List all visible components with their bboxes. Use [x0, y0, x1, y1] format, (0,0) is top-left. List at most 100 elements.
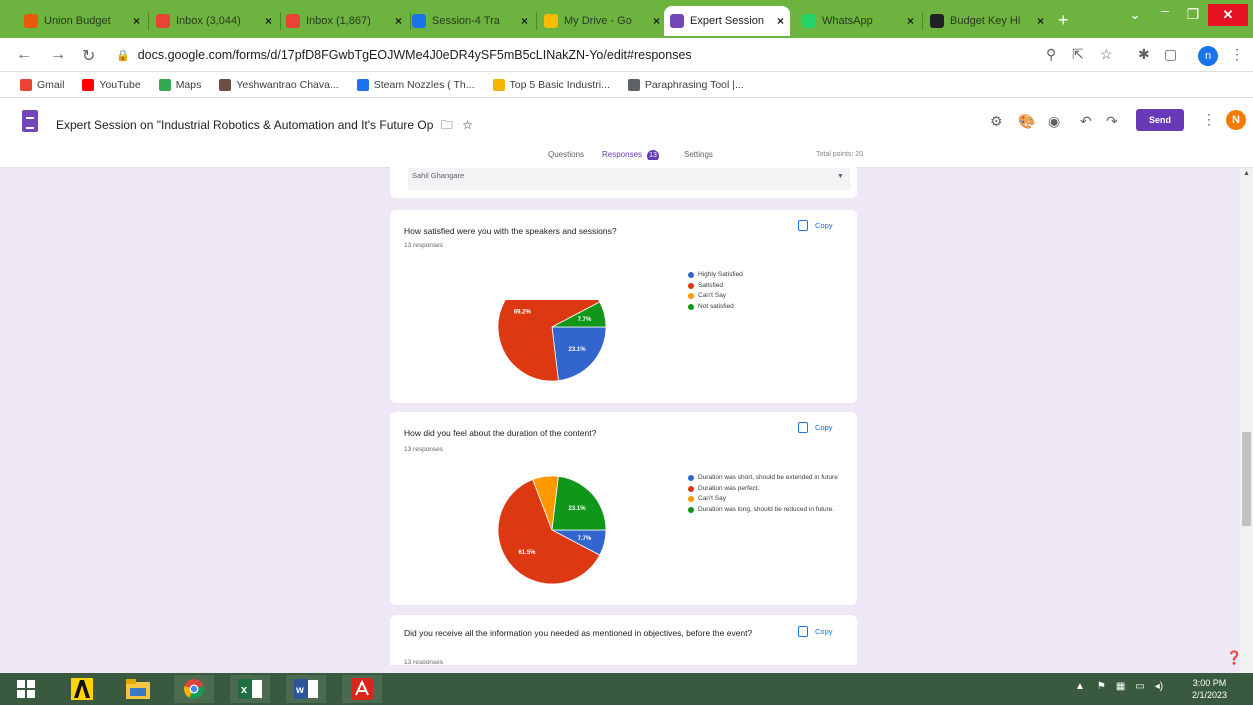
browser-menu-icon[interactable]: ⋮ — [1230, 46, 1244, 63]
address-bar: ← → ↻ 🔒 docs.google.com/forms/d/17pfD8FG… — [0, 38, 1253, 72]
clock[interactable]: 3:00 PM 2/1/2023 — [1192, 677, 1227, 701]
slice-label: 7.7% — [578, 536, 592, 542]
undo-icon[interactable]: ↶ — [1080, 113, 1092, 130]
copy-chart-button[interactable]: Copy — [798, 220, 833, 231]
file-explorer-icon[interactable] — [118, 675, 158, 703]
browser-tab[interactable]: Expert Session × — [664, 6, 790, 36]
browser-tab[interactable]: Inbox (1,867) × — [280, 6, 408, 36]
extensions-icon[interactable]: ✱ — [1138, 46, 1150, 63]
acrobat-icon[interactable] — [342, 675, 382, 703]
chrome-icon[interactable] — [174, 675, 214, 703]
bookmark-item[interactable]: Steam Nozzles ( Th... — [356, 78, 475, 91]
close-tab-icon[interactable]: × — [521, 14, 528, 28]
form-title[interactable]: Expert Session on "Industrial Robotics &… — [56, 116, 473, 137]
scroll-up-arrow-icon[interactable]: ▲ — [1243, 170, 1250, 177]
browser-tab[interactable]: WhatsApp × — [796, 6, 920, 36]
page-scrollbar[interactable] — [1240, 168, 1253, 673]
close-tab-icon[interactable]: × — [777, 14, 784, 28]
whatsapp-icon — [802, 14, 816, 28]
network-icon[interactable]: ▦ — [1116, 681, 1125, 692]
bookmark-item[interactable]: Top 5 Basic Industri... — [492, 78, 610, 91]
star-icon[interactable]: ☆ — [462, 118, 473, 132]
browser-tab[interactable]: Union Budget × — [18, 6, 146, 36]
close-window-button[interactable]: ✕ — [1208, 4, 1248, 26]
slice-label: 61.5% — [518, 550, 536, 556]
respondent-dropdown[interactable]: Sahil Ghangare — [408, 168, 850, 190]
scrollbar-thumb[interactable] — [1242, 432, 1251, 526]
google-forms-logo-icon[interactable] — [22, 110, 38, 132]
restore-icon[interactable]: ❐ — [1178, 6, 1208, 23]
preview-eye-icon[interactable]: ◉ — [1048, 113, 1060, 130]
response-count: 13 responses — [404, 659, 444, 664]
copy-chart-button[interactable]: Copy — [798, 422, 833, 433]
addons-icon[interactable]: ⚙ — [990, 113, 1003, 130]
legend-item: Can't Say — [688, 292, 838, 300]
share-icon[interactable]: ⇱ — [1072, 46, 1084, 63]
tab-title: Budget Key Hi — [950, 15, 1021, 27]
close-tab-icon[interactable]: × — [1037, 14, 1044, 28]
bookmark-item[interactable]: Yeshwantrao Chava... — [219, 78, 339, 91]
copy-chart-button[interactable]: Copy — [798, 626, 833, 637]
reload-button[interactable]: ↻ — [82, 46, 95, 66]
tray-overflow-icon[interactable]: ▲ — [1075, 681, 1085, 692]
close-tab-icon[interactable]: × — [907, 14, 914, 28]
browser-tab[interactable]: My Drive - Go × — [538, 6, 666, 36]
browser-tab[interactable]: Inbox (3,044) × — [150, 6, 278, 36]
close-tab-icon[interactable]: × — [395, 14, 402, 28]
tab-search-icon[interactable]: ⌄ — [1120, 6, 1150, 23]
bookmark-label: Top 5 Basic Industri... — [509, 78, 610, 91]
close-tab-icon[interactable]: × — [653, 14, 660, 28]
bookmark-icon — [82, 78, 95, 91]
browser-tab-bar: Union Budget × Inbox (3,044) × Inbox (1,867)… — [0, 0, 1253, 38]
legend-swatch — [688, 272, 694, 278]
bookmark-star-icon[interactable]: ☆ — [1100, 46, 1113, 63]
legend-item: Duration was perfect. — [688, 485, 838, 493]
excel-icon[interactable]: x — [230, 675, 270, 703]
bookmark-item[interactable]: Paraphrasing Tool |... — [627, 78, 744, 91]
help-icon[interactable]: ❓ — [1226, 650, 1242, 666]
url-field[interactable]: 🔒 docs.google.com/forms/d/17pfD8FGwbTgEO… — [110, 42, 1030, 68]
redo-icon[interactable]: ↷ — [1106, 113, 1118, 130]
legend-swatch — [688, 496, 694, 502]
tab-settings[interactable]: Settings — [684, 150, 713, 159]
folder-icon[interactable]: 🗀 — [441, 118, 453, 132]
browser-tab[interactable]: Session-4 Tra × — [406, 6, 534, 36]
bookmark-item[interactable]: Maps — [158, 78, 202, 91]
browser-tab[interactable]: Budget Key Hi × — [924, 6, 1050, 36]
tab-title: WhatsApp — [822, 15, 873, 27]
new-tab-button[interactable]: + — [1058, 10, 1069, 31]
profile-avatar[interactable]: n — [1198, 46, 1218, 66]
palette-icon[interactable]: 🎨 — [1018, 113, 1035, 130]
norton-app-icon[interactable] — [62, 675, 102, 703]
flag-icon[interactable]: ⚑ — [1097, 681, 1106, 692]
minimize-icon[interactable]: – — [1150, 2, 1180, 18]
zoom-icon[interactable]: ⚲ — [1046, 46, 1056, 63]
side-panel-icon[interactable]: ▢ — [1164, 46, 1177, 63]
word-icon[interactable]: w — [286, 675, 326, 703]
forward-button[interactable]: → — [50, 46, 66, 64]
legend-label: Can't Say — [698, 292, 726, 299]
close-tab-icon[interactable]: × — [133, 14, 140, 28]
windows-start-icon[interactable] — [6, 675, 46, 703]
display-icon[interactable]: ▭ — [1135, 681, 1144, 692]
close-tab-icon[interactable]: × — [265, 14, 272, 28]
slice-label: 69.2% — [514, 309, 532, 315]
slice-label: 7.7% — [578, 317, 592, 323]
legend-item: Duration was short, should be extended i… — [688, 474, 838, 482]
back-button[interactable]: ← — [16, 46, 32, 64]
bookmark-item[interactable]: Gmail — [20, 78, 64, 91]
svg-text:x: x — [241, 684, 248, 696]
dropdown-arrow-icon[interactable]: ▼ — [837, 173, 844, 180]
legend-item: Satisfied — [688, 282, 838, 290]
bookmark-item[interactable]: YouTube — [82, 78, 141, 91]
copy-icon — [798, 626, 808, 637]
more-options-icon[interactable]: ⋮ — [1202, 111, 1216, 128]
volume-icon[interactable]: ◂) — [1155, 681, 1163, 692]
bookmark-label: Maps — [175, 78, 202, 91]
user-avatar[interactable]: N — [1226, 110, 1246, 130]
tab-questions[interactable]: Questions — [548, 150, 584, 159]
pie-chart: 23.1% 69.2% 7.7% — [497, 300, 607, 382]
send-button[interactable]: Send — [1136, 109, 1184, 131]
legend-item: Can't Say — [688, 495, 838, 503]
question-text: How satisfied were you with the speakers… — [404, 226, 617, 236]
